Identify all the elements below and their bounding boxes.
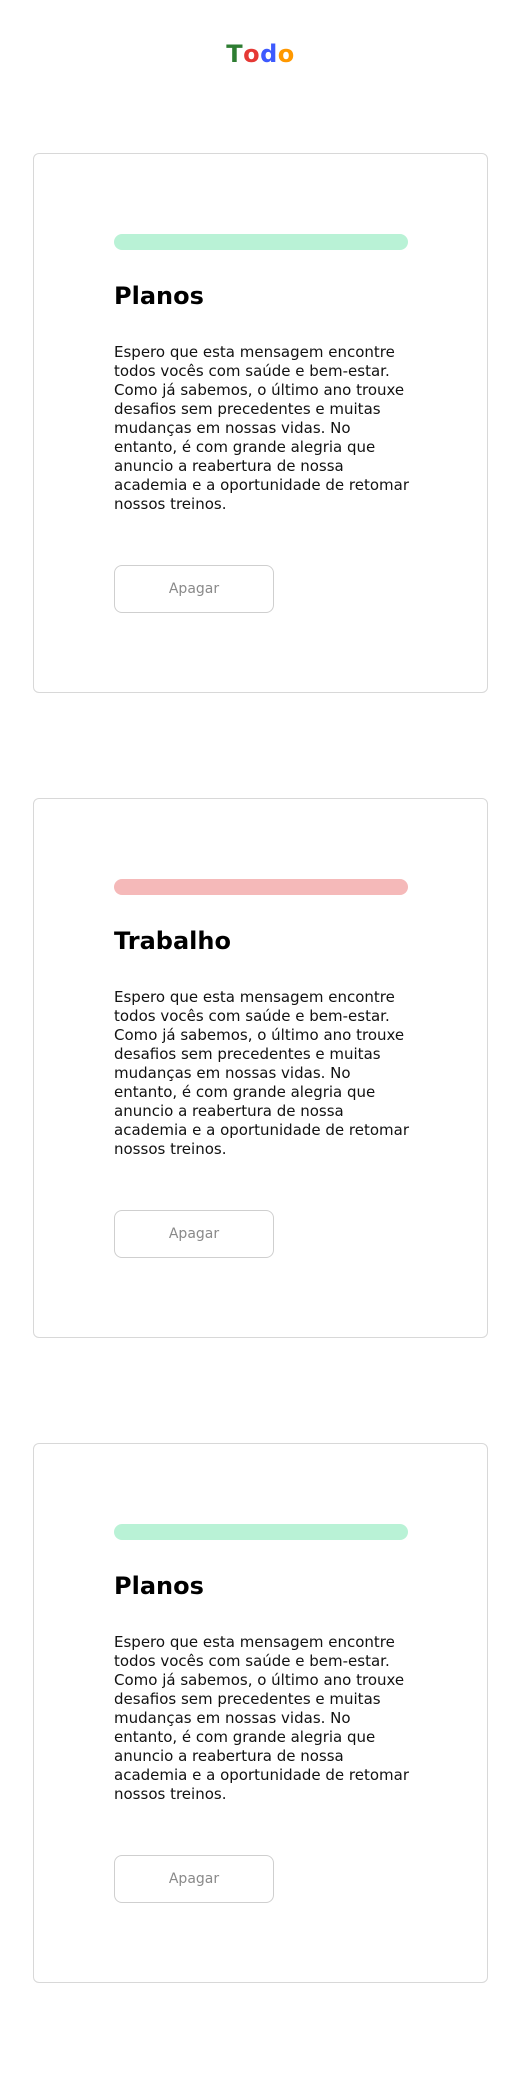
todo-card: Planos Espero que esta mensagem encontre… xyxy=(33,153,488,693)
card-title: Trabalho xyxy=(114,927,231,955)
logo-letter: T xyxy=(226,40,244,68)
card-body-text: Espero que esta mensagem encontre todos … xyxy=(114,1633,410,1803)
delete-button[interactable]: Apagar xyxy=(114,1210,274,1258)
category-tag-bar xyxy=(114,234,408,250)
card-title: Planos xyxy=(114,1572,204,1600)
app-logo: Todo xyxy=(0,40,521,68)
todo-card: Planos Espero que esta mensagem encontre… xyxy=(33,1443,488,1983)
card-body-text: Espero que esta mensagem encontre todos … xyxy=(114,343,410,513)
delete-button[interactable]: Apagar xyxy=(114,1855,274,1903)
todo-card: Trabalho Espero que esta mensagem encont… xyxy=(33,798,488,1338)
card-body-text: Espero que esta mensagem encontre todos … xyxy=(114,988,410,1158)
logo-letter: o xyxy=(243,40,261,68)
logo-letter: o xyxy=(277,40,295,68)
category-tag-bar xyxy=(114,879,408,895)
card-title: Planos xyxy=(114,282,204,310)
category-tag-bar xyxy=(114,1524,408,1540)
logo-letter: d xyxy=(260,40,278,68)
delete-button[interactable]: Apagar xyxy=(114,565,274,613)
